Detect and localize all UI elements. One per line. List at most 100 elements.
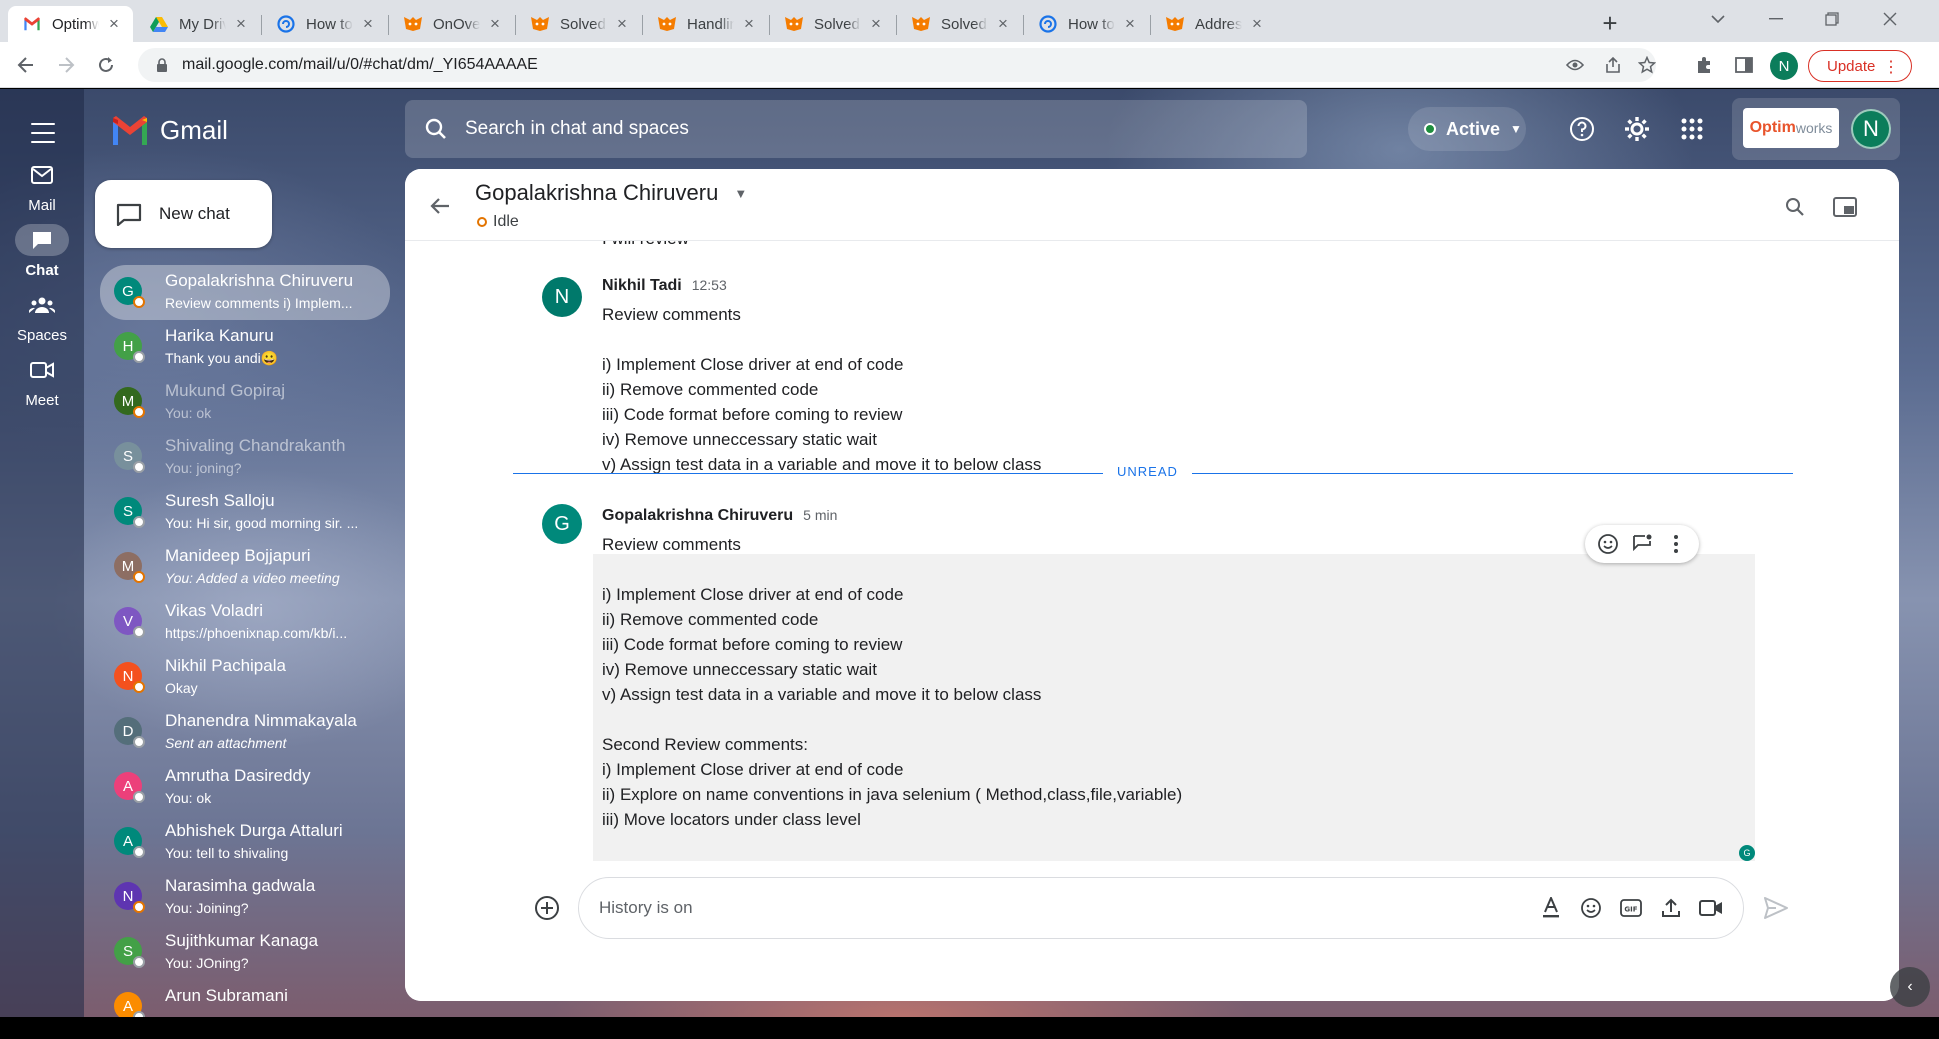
send-icon[interactable] [1761,893,1791,923]
browser-tab[interactable]: My Drive - Google × [135,6,260,42]
new-chat-button[interactable]: New chat [95,180,272,248]
tab-title: Handling Unsaved [687,15,734,33]
chat-list-item[interactable]: S Shivaling Chandrakanth You: joning? [100,430,390,485]
close-tab-icon[interactable]: × [359,14,377,33]
gmail-logo[interactable]: Gmail [110,115,228,146]
rail-item-mail[interactable]: Mail [0,159,84,214]
share-icon[interactable] [1596,48,1630,82]
minimize-window-icon[interactable] [1748,0,1804,38]
text-format-icon[interactable] [1537,894,1565,922]
extensions-puzzle-icon[interactable] [1688,49,1720,81]
browser-tab[interactable]: OnOverlapping × [389,6,514,42]
chat-list-item[interactable]: A Amrutha Dasireddy You: ok [100,760,390,815]
chat-search-bar[interactable]: Search in chat and spaces [405,100,1307,158]
help-icon[interactable] [1564,111,1600,147]
chat-list-item[interactable]: M Mukund Gopiraj You: ok [100,375,390,430]
gif-icon[interactable]: GIF [1617,894,1645,922]
rail-item-meet[interactable]: Meet [0,354,84,409]
browser-tab[interactable]: Solved: Test × [770,6,895,42]
chat-list-item[interactable]: N Narasimha gadwala You: Joining? [100,870,390,925]
browser-update-button[interactable]: Update ⋮ [1808,50,1912,82]
close-window-icon[interactable] [1862,0,1918,38]
chat-snippet: You: ok [165,405,212,421]
upload-icon[interactable] [1657,894,1685,922]
new-tab-button[interactable]: + [1595,8,1625,38]
conversation-title-button[interactable]: Gopalakrishna Chiruveru ▼ [475,180,747,206]
search-in-conversation-icon[interactable] [1779,191,1811,223]
back-arrow-icon[interactable] [10,49,42,81]
close-tab-icon[interactable]: × [232,14,250,33]
close-tab-icon[interactable]: × [105,14,123,33]
status-dropdown[interactable]: Active ▼ [1408,107,1526,151]
chat-list-item[interactable]: S Sujithkumar Kanaga You: JOning? [100,925,390,980]
message-input[interactable]: History is on GIF [578,877,1744,939]
search-placeholder: Search in chat and spaces [465,118,689,139]
chat-list-item[interactable]: S Suresh Salloju You: Hi sir, good morning… [100,485,390,540]
chat-snippet: You: joning? [165,460,242,476]
add-reaction-icon[interactable] [1595,531,1621,557]
screen-bottom-band [0,1017,1939,1039]
bookmark-star-icon[interactable] [1630,48,1664,82]
chat-list-item[interactable]: A Abhishek Durga Attaluri You: tell to shi… [100,815,390,870]
browser-tab[interactable]: How to add × [262,6,387,42]
forward-arrow-icon[interactable] [50,49,82,81]
chat-list: G Gopalakrishna Chiruveru Review comments … [100,265,390,1017]
reply-in-thread-icon[interactable] [1629,531,1655,557]
chat-list-item[interactable]: D Dhanendra Nimmakayala Sent an attachment [100,705,390,760]
main-menu-icon[interactable] [26,119,60,147]
contact-avatar: N [114,882,145,913]
collapse-side-panel-icon[interactable]: ‹ [1890,967,1930,1007]
close-tab-icon[interactable]: × [867,14,885,33]
chat-snippet: You: JOning? [165,955,249,971]
rail-item-spaces[interactable]: Spaces [0,289,84,344]
address-bar[interactable]: mail.google.com/mail/u/0/#chat/dm/_YI654… [138,48,1656,82]
tab-search-chevron-icon[interactable] [1690,0,1746,38]
close-tab-icon[interactable]: × [1121,14,1139,33]
browser-tab[interactable]: Handling Unsaved × [643,6,768,42]
browser-tab[interactable]: Solved: Re: × [897,6,1022,42]
organization-logo[interactable]: Optim works [1743,108,1839,148]
pop-out-icon[interactable] [1829,191,1861,223]
apps-grid-icon[interactable] [1674,111,1710,147]
hide-eye-icon[interactable] [1558,48,1592,82]
add-attachment-icon[interactable] [532,893,562,923]
browser-tab[interactable]: How to add × [1024,6,1149,42]
reload-icon[interactable] [90,49,122,81]
community-icon [403,14,423,34]
browser-tab[interactable]: Optimworks × [8,6,133,42]
chat-contact-name: Arun Subramani [165,986,288,1005]
browser-tab-strip: Optimworks × My Drive - Google × How to add ×… [0,0,1939,42]
settings-gear-icon[interactable] [1619,111,1655,147]
chat-list-item[interactable]: H Harika Kanuru Thank you andi😀 [100,320,390,375]
tab-separator [896,15,897,35]
browser-tab[interactable]: Solved: How × [516,6,641,42]
browser-profile-avatar[interactable]: N [1770,52,1798,80]
search-icon [425,118,446,139]
back-arrow-icon[interactable] [425,191,455,221]
message-line: ii) Remove commented code [602,610,819,629]
more-options-icon[interactable] [1663,531,1689,557]
chat-list-item[interactable]: V Vikas Voladri https://phoenixnap.com/kb/… [100,595,390,650]
chat-list-item[interactable]: M Manideep Bojjapuri You: Added a video me… [100,540,390,595]
rail-item-chat[interactable]: Chat [0,224,84,279]
video-meeting-icon[interactable] [1697,894,1725,922]
message-avatar[interactable]: G [542,504,582,544]
restore-window-icon[interactable] [1804,0,1860,38]
emoji-icon[interactable] [1577,894,1605,922]
presence-dot [133,351,145,363]
close-tab-icon[interactable]: × [994,14,1012,33]
account-avatar[interactable]: N [1851,109,1891,149]
message-time: 12:53 [691,277,727,293]
side-panel-icon[interactable] [1728,49,1760,81]
close-tab-icon[interactable]: × [486,14,504,33]
chat-list-item[interactable]: G Gopalakrishna Chiruveru Review comments … [100,265,390,320]
tab-separator [261,15,262,35]
chat-list-item[interactable]: N Nikhil Pachipala Okay [100,650,390,705]
chat-snippet: You: Joining? [165,900,249,916]
message-avatar[interactable]: N [542,277,582,317]
chat-list-item[interactable]: A Arun Subramani [100,980,390,1017]
close-tab-icon[interactable]: × [613,14,631,33]
close-tab-icon[interactable]: × [1248,14,1266,33]
browser-tab[interactable]: Addressing × [1151,6,1276,42]
close-tab-icon[interactable]: × [740,14,758,33]
